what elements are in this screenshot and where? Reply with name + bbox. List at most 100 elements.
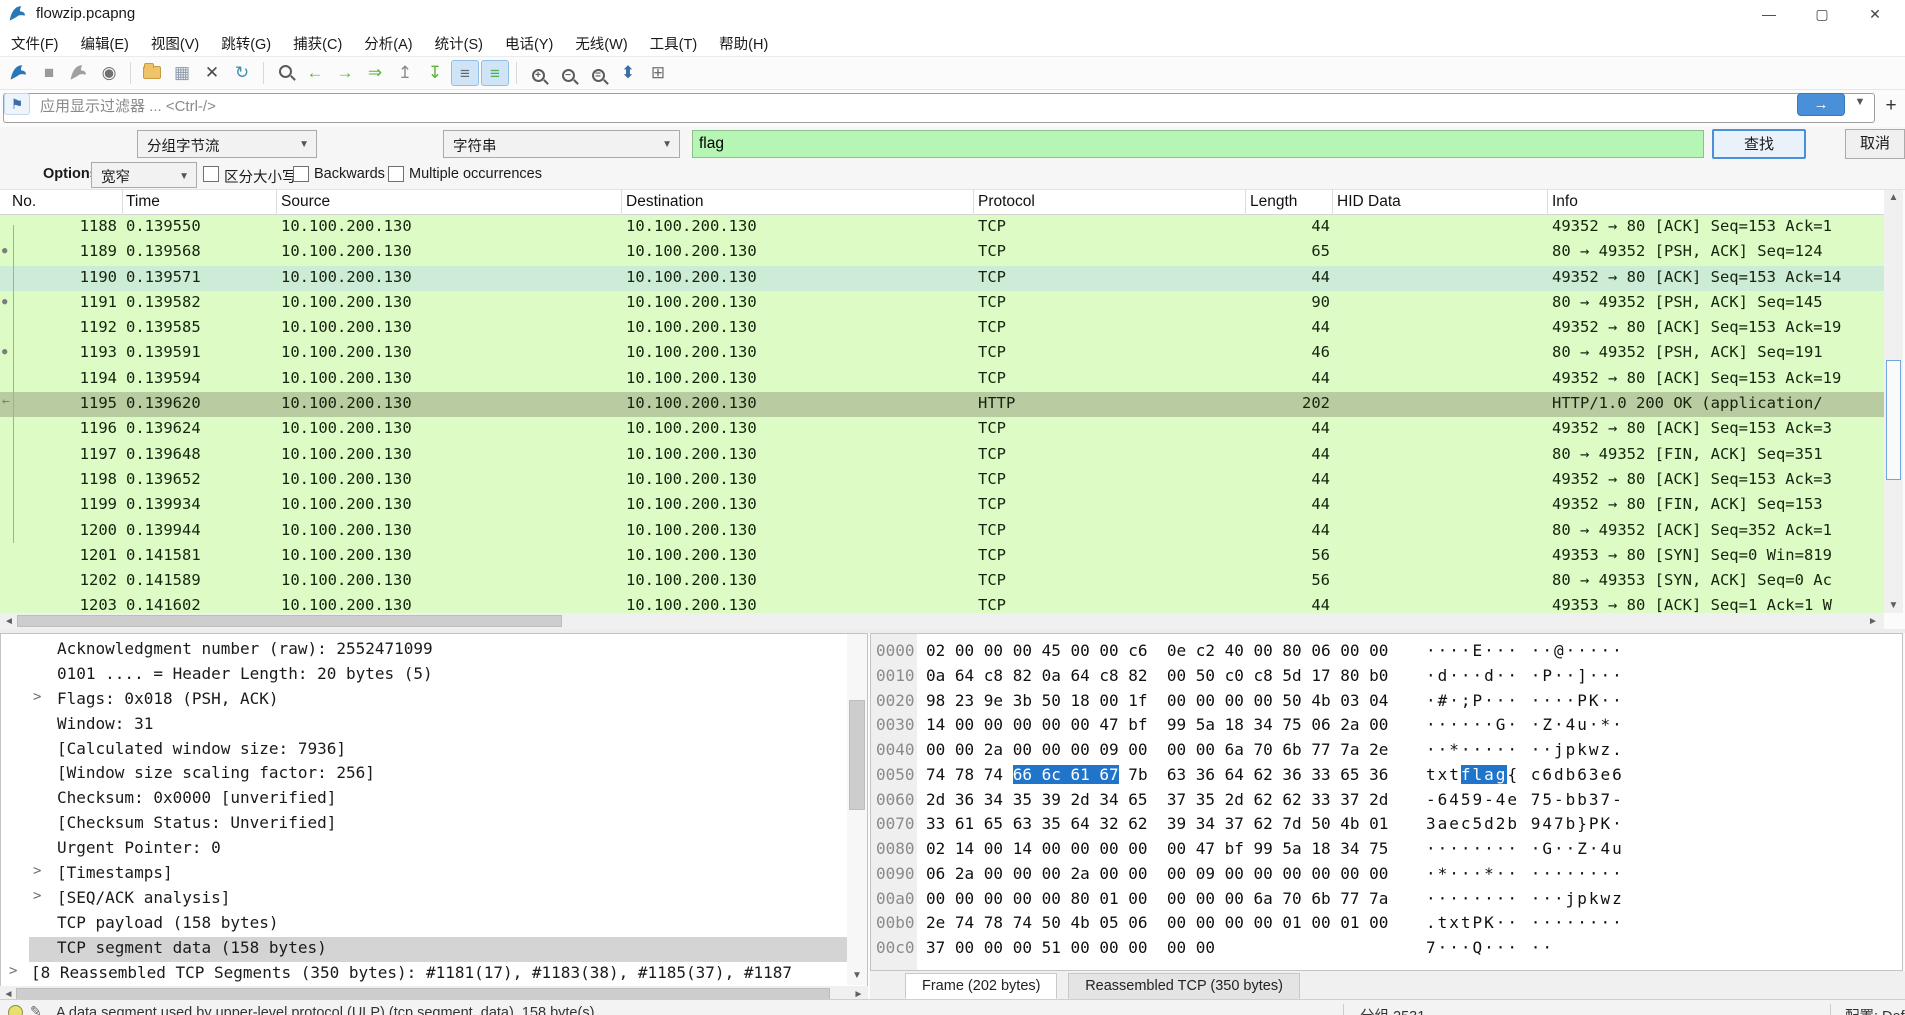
expand-arrow-icon[interactable]: >: [33, 863, 41, 879]
colorize-icon[interactable]: ≡: [481, 60, 509, 86]
scroll-right-arrow-icon[interactable]: ►: [1866, 616, 1880, 627]
detail-tree-item[interactable]: > [SEQ/ACK analysis]: [1, 887, 867, 912]
detail-tree-item[interactable]: Window: 31: [1, 713, 867, 738]
detail-tree-item[interactable]: Acknowledgment number (raw): 2552471099: [1, 638, 867, 663]
column-header-no-[interactable]: No.: [12, 193, 36, 211]
minimize-button[interactable]: —: [1745, 0, 1793, 28]
open-file-icon[interactable]: [138, 60, 166, 86]
search-type-dropdown[interactable]: 字符串 ▼: [443, 130, 680, 158]
packet-row[interactable]: 1202 0.141589 10.100.200.130 10.100.200.130…: [0, 569, 1884, 595]
detail-tree-item[interactable]: Checksum: 0x0000 [unverified]: [1, 787, 867, 812]
packet-row[interactable]: ● 1193 0.139591 10.100.200.130 10.100.200.13…: [0, 341, 1884, 367]
expand-arrow-icon[interactable]: >: [33, 888, 41, 904]
restart-capture-icon[interactable]: [65, 60, 93, 86]
detail-vertical-scroll-thumb[interactable]: [849, 700, 865, 810]
menu-无线W[interactable]: 无线(W): [564, 28, 638, 57]
detail-tree-item[interactable]: [Window size scaling factor: 256]: [1, 762, 867, 787]
packet-row[interactable]: 1198 0.139652 10.100.200.130 10.100.200.130…: [0, 467, 1884, 494]
maximize-button[interactable]: ▢: [1798, 0, 1846, 28]
menu-统计S[interactable]: 统计(S): [424, 28, 494, 57]
apply-filter-button[interactable]: →: [1797, 93, 1845, 116]
charset-dropdown[interactable]: 宽窄 ▼: [91, 162, 197, 188]
menu-跳转G[interactable]: 跳转(G): [210, 28, 282, 57]
tab-reassembled-tcp-350-bytes-[interactable]: Reassembled TCP (350 bytes): [1068, 973, 1300, 999]
save-file-icon[interactable]: ▦: [168, 60, 196, 86]
resize-columns-icon[interactable]: ⬍: [614, 60, 642, 86]
packet-row[interactable]: 1199 0.139934 10.100.200.130 10.100.200.130…: [0, 493, 1884, 519]
menu-视图V[interactable]: 视图(V): [140, 28, 210, 57]
menu-帮助H[interactable]: 帮助(H): [708, 28, 779, 57]
find-button[interactable]: 查找: [1712, 129, 1806, 159]
scroll-left-arrow-icon[interactable]: ◄: [2, 616, 16, 627]
capture-comment-icon[interactable]: ✎: [30, 1003, 42, 1015]
cancel-button[interactable]: 取消: [1845, 129, 1905, 159]
column-header-destination[interactable]: Destination: [626, 193, 704, 211]
packet-row[interactable]: ← 1195 0.139620 10.100.200.130 10.100.200.13…: [0, 392, 1884, 418]
bookmark-icon[interactable]: ⚑: [4, 93, 30, 115]
packet-list-horizontal-scroll-thumb[interactable]: [17, 615, 562, 627]
scroll-down-arrow-icon[interactable]: ▼: [1886, 600, 1901, 611]
filter-dropdown-caret-icon[interactable]: ▼: [1849, 96, 1871, 114]
backwards-checkbox[interactable]: [293, 166, 309, 182]
menu-工具T[interactable]: 工具(T): [639, 28, 709, 57]
close-button[interactable]: ✕: [1851, 0, 1899, 28]
search-scope-dropdown[interactable]: 分组字节流 ▼: [137, 130, 317, 158]
column-separator[interactable]: [276, 190, 277, 215]
packet-row[interactable]: ● 1189 0.139568 10.100.200.130 10.100.200.13…: [0, 240, 1884, 266]
detail-tree-item[interactable]: > [Timestamps]: [1, 862, 867, 887]
packet-list-vertical-scroll-thumb[interactable]: [1886, 360, 1901, 480]
packet-row[interactable]: 1203 0.141602 10.100.200.130 10.100.200.130…: [0, 594, 1884, 613]
column-header-info[interactable]: Info: [1552, 193, 1578, 211]
column-header-protocol[interactable]: Protocol: [978, 193, 1035, 211]
zoom-100-icon[interactable]: =: [584, 60, 612, 86]
start-capture-icon[interactable]: [5, 60, 33, 86]
menu-分析A[interactable]: 分析(A): [353, 28, 423, 57]
packet-row[interactable]: 1197 0.139648 10.100.200.130 10.100.200.130…: [0, 442, 1884, 468]
detail-tree-item[interactable]: TCP payload (158 bytes): [1, 912, 867, 937]
column-header-source[interactable]: Source: [281, 193, 330, 211]
detail-tree-item[interactable]: > Flags: 0x018 (PSH, ACK): [1, 688, 867, 713]
menu-电话Y[interactable]: 电话(Y): [494, 28, 564, 57]
search-input[interactable]: [692, 130, 1704, 158]
close-file-icon[interactable]: ✕: [198, 60, 226, 86]
packet-row[interactable]: 1192 0.139585 10.100.200.130 10.100.200.130…: [0, 316, 1884, 342]
menu-捕获C[interactable]: 捕获(C): [282, 28, 353, 57]
display-filter-input[interactable]: [3, 93, 1875, 123]
column-separator[interactable]: [973, 190, 974, 215]
scroll-down-arrow-icon[interactable]: ▼: [849, 970, 865, 981]
menu-文件F[interactable]: 文件(F): [0, 28, 70, 57]
column-separator[interactable]: [122, 190, 123, 215]
case-sensitive-checkbox[interactable]: [203, 166, 219, 182]
packet-row[interactable]: 1188 0.139550 10.100.200.130 10.100.200.130…: [0, 215, 1884, 241]
detail-tree-item[interactable]: [Calculated window size: 7936]: [1, 738, 867, 763]
go-last-icon[interactable]: ↧: [421, 60, 449, 86]
packet-row[interactable]: 1201 0.141581 10.100.200.130 10.100.200.130…: [0, 543, 1884, 570]
column-header-hid-data[interactable]: HID Data: [1337, 193, 1401, 211]
autoscroll-icon[interactable]: ≡: [451, 60, 479, 86]
packet-row[interactable]: 1194 0.139594 10.100.200.130 10.100.200.130…: [0, 366, 1884, 393]
zoom-in-icon[interactable]: +: [524, 60, 552, 86]
stop-capture-icon[interactable]: ■: [35, 60, 63, 86]
zoom-out-icon[interactable]: −: [554, 60, 582, 86]
column-separator[interactable]: [1332, 190, 1333, 215]
column-separator[interactable]: [621, 190, 622, 215]
add-filter-button[interactable]: +: [1880, 94, 1902, 118]
find-packet-icon[interactable]: [271, 60, 299, 86]
column-header-time[interactable]: Time: [126, 193, 160, 211]
detail-tree-item[interactable]: 0101 .... = Header Length: 20 bytes (5): [1, 663, 867, 688]
go-next-icon[interactable]: →: [331, 60, 359, 86]
expand-arrow-icon[interactable]: >: [9, 963, 17, 979]
multiple-occurrences-checkbox[interactable]: [388, 166, 404, 182]
capture-options-icon[interactable]: ◉: [95, 60, 123, 86]
menu-编辑E[interactable]: 编辑(E): [70, 28, 140, 57]
detail-tree-item[interactable]: Urgent Pointer: 0: [1, 837, 867, 862]
scroll-up-arrow-icon[interactable]: ▲: [1886, 192, 1901, 203]
tab-frame-202-bytes-[interactable]: Frame (202 bytes): [905, 973, 1058, 999]
detail-tree-item[interactable]: [Checksum Status: Unverified]: [1, 812, 867, 837]
packet-row[interactable]: 1190 0.139571 10.100.200.130 10.100.200.130…: [0, 265, 1884, 291]
column-separator[interactable]: [1245, 190, 1246, 215]
packet-row[interactable]: 1196 0.139624 10.100.200.130 10.100.200.130…: [0, 417, 1884, 443]
go-previous-icon[interactable]: ←: [301, 60, 329, 86]
detail-tree-item[interactable]: > [8 Reassembled TCP Segments (350 bytes)…: [1, 962, 867, 987]
expert-info-icon[interactable]: [8, 1005, 23, 1015]
